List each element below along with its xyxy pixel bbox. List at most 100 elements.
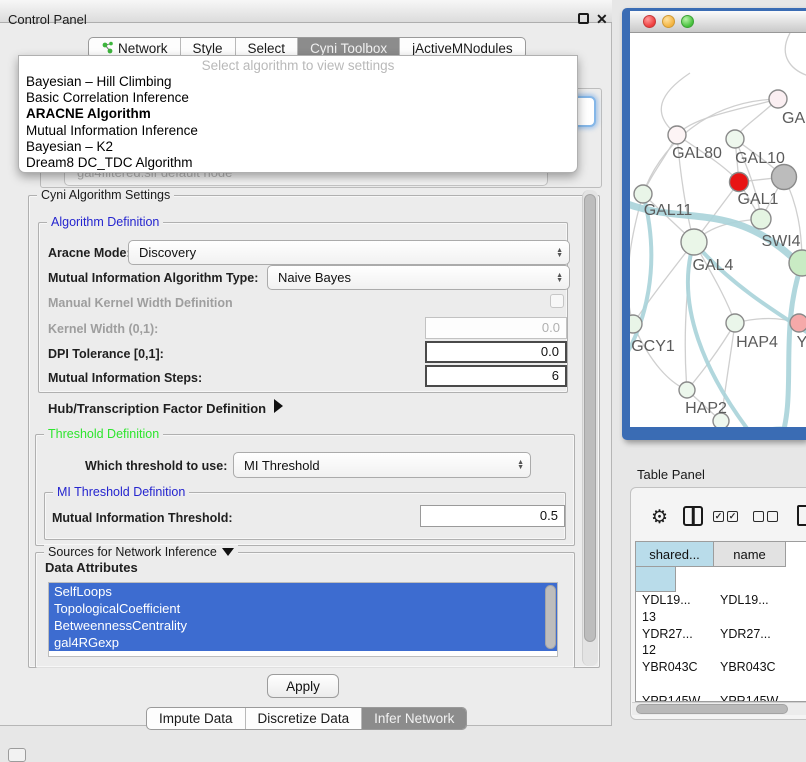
expander-right-icon[interactable]: [274, 399, 283, 413]
network-edge[interactable]: [677, 99, 778, 135]
network-node[interactable]: [681, 229, 707, 255]
node-label: GAL80: [672, 145, 722, 162]
gear-icon[interactable]: ⚙: [651, 506, 668, 529]
float-icon[interactable]: [578, 13, 589, 24]
hub-expander-label: Hub/Transcription Factor Definition: [48, 401, 266, 416]
attribute-item[interactable]: TopologicalCoefficient: [49, 600, 557, 617]
stepper-icon: ▲▼: [556, 273, 563, 283]
deselect-all-icon[interactable]: [753, 511, 778, 522]
network-window-titlebar[interactable]: [630, 11, 806, 33]
node-label: GAL: [782, 110, 806, 127]
dpi-tolerance-label: DPI Tolerance [0,1]:: [48, 347, 164, 361]
algorithm-option[interactable]: ARACNE Algorithm: [19, 106, 577, 122]
table-hscrollbar[interactable]: [632, 702, 806, 715]
node-label: GCY1: [631, 338, 675, 355]
node-label: GAL1: [738, 191, 779, 208]
node-label: GAL4: [693, 257, 734, 274]
network-edge[interactable]: [785, 33, 806, 77]
network-node[interactable]: [630, 315, 642, 333]
data-attributes-label: Data Attributes: [45, 560, 138, 575]
aracne-mode-select[interactable]: Discovery ▲▼: [128, 240, 570, 265]
table-row[interactable]: YDL19...YDL19...13: [636, 592, 806, 626]
node-label: HAP4: [736, 334, 778, 351]
settings-scrollbar-thumb[interactable]: [584, 194, 596, 642]
network-tab-icon: [101, 41, 114, 55]
algorithm-option[interactable]: Mutual Information Inference: [19, 123, 577, 139]
attribute-item[interactable]: BetweennessCentrality: [49, 617, 557, 634]
network-node[interactable]: [772, 165, 797, 190]
stepper-icon: ▲▼: [556, 248, 563, 258]
manual-kernel-label: Manual Kernel Width Definition: [48, 296, 233, 310]
data-attributes-list[interactable]: SelfLoopsTopologicalCoefficientBetweenne…: [48, 582, 558, 657]
sources-title: Sources for Network Inference: [48, 545, 217, 559]
mi-type-label: Mutual Information Algorithm Type:: [48, 271, 258, 285]
network-edge[interactable]: [630, 194, 643, 324]
apply-button[interactable]: Apply: [267, 674, 339, 698]
mi-threshold-label: Mutual Information Threshold:: [52, 511, 233, 525]
stepper-icon: ▲▼: [517, 460, 524, 470]
cyni-algorithm-settings-title: Cyni Algorithm Settings: [37, 188, 174, 202]
algorithm-popup-header: Select algorithm to view settings: [19, 56, 577, 74]
control-panel-title: Control Panel: [8, 12, 87, 27]
attribute-item[interactable]: gal4RGexp: [49, 634, 557, 651]
mi-steps-field[interactable]: 6: [425, 365, 567, 387]
kernel-width-field[interactable]: 0.0: [425, 317, 567, 339]
column-header[interactable]: name: [714, 542, 786, 567]
minimize-traffic-icon[interactable]: [662, 15, 675, 28]
algorithm-option[interactable]: Bayesian – K2: [19, 139, 577, 155]
aracne-mode-label: Aracne Mode:: [48, 246, 131, 260]
attributes-scrollbar[interactable]: [545, 585, 556, 649]
columns-icon[interactable]: [683, 506, 703, 526]
network-node[interactable]: [668, 126, 686, 144]
corner-widget[interactable]: [8, 748, 26, 762]
table-panel-title: Table Panel: [637, 467, 705, 482]
column-header[interactable]: shared...: [636, 542, 714, 567]
algorithm-definition-title: Algorithm Definition: [47, 215, 163, 229]
network-node[interactable]: [679, 382, 695, 398]
node-label: Y: [797, 334, 806, 351]
network-canvas[interactable]: GAL GAL80 GAL10 GAL11 GAL1 SWI4 GAL4 GCY1 HAP4 Y H…: [630, 33, 806, 427]
network-node[interactable]: [726, 130, 744, 148]
table-panel: ⚙ ✓✓ shared...name YDL19...YDL19...13YDR2…: [630, 487, 806, 720]
control-panel-titlebar: [0, 0, 612, 23]
close-icon[interactable]: ✕: [596, 11, 608, 28]
mi-threshold-field[interactable]: 0.5: [420, 505, 565, 527]
table-row[interactable]: YPR145WYPR145W9.: [636, 693, 806, 702]
table-hscrollbar-thumb[interactable]: [636, 704, 788, 714]
tab-infer-network[interactable]: Infer Network: [362, 708, 466, 729]
manual-kernel-checkbox[interactable]: [550, 294, 564, 308]
network-node[interactable]: [751, 209, 771, 229]
algorithm-option[interactable]: Dream8 DC_TDC Algorithm: [19, 155, 577, 171]
algorithm-option[interactable]: Basic Correlation Inference: [19, 90, 577, 106]
which-threshold-select[interactable]: MI Threshold ▲▼: [233, 452, 531, 478]
table-row[interactable]: YBR043CYBR043C: [636, 659, 806, 693]
column-header[interactable]: [636, 567, 676, 592]
algorithm-option[interactable]: Bayesian – Hill Climbing: [19, 74, 577, 90]
table-row[interactable]: YDR27...YDR27...12: [636, 626, 806, 660]
network-node[interactable]: [730, 173, 749, 192]
node-label: GAL11: [644, 202, 693, 219]
tab-discretize-data[interactable]: Discretize Data: [246, 708, 363, 729]
node-label: GAL10: [735, 150, 785, 167]
algorithm-popup: Select algorithm to view settings Bayesi…: [18, 55, 578, 173]
network-node[interactable]: [634, 185, 652, 203]
network-edge[interactable]: [643, 135, 677, 194]
network-node[interactable]: [769, 90, 787, 108]
bottom-tabbar: Impute DataDiscretize DataInfer Network: [146, 707, 467, 730]
node-label: HAP2: [685, 400, 727, 417]
expander-down-icon[interactable]: [222, 548, 234, 556]
select-all-icon[interactable]: ✓✓: [713, 511, 738, 522]
mi-algorithm-type-select[interactable]: Naive Bayes ▲▼: [267, 265, 570, 290]
zoom-traffic-icon[interactable]: [681, 15, 694, 28]
attribute-item[interactable]: SelfLoops: [49, 583, 557, 600]
dpi-tolerance-field[interactable]: 0.0: [425, 341, 567, 363]
network-node[interactable]: [726, 314, 744, 332]
close-traffic-icon[interactable]: [643, 15, 656, 28]
network-edge[interactable]: [633, 324, 687, 390]
tab-impute-data[interactable]: Impute Data: [147, 708, 246, 729]
document-icon[interactable]: [797, 505, 806, 526]
network-node[interactable]: [790, 314, 806, 332]
kernel-width-label: Kernel Width (0,1):: [48, 322, 158, 336]
node-table[interactable]: shared...name YDL19...YDL19...13YDR27...Y…: [635, 541, 806, 702]
node-label: SWI4: [761, 233, 800, 250]
